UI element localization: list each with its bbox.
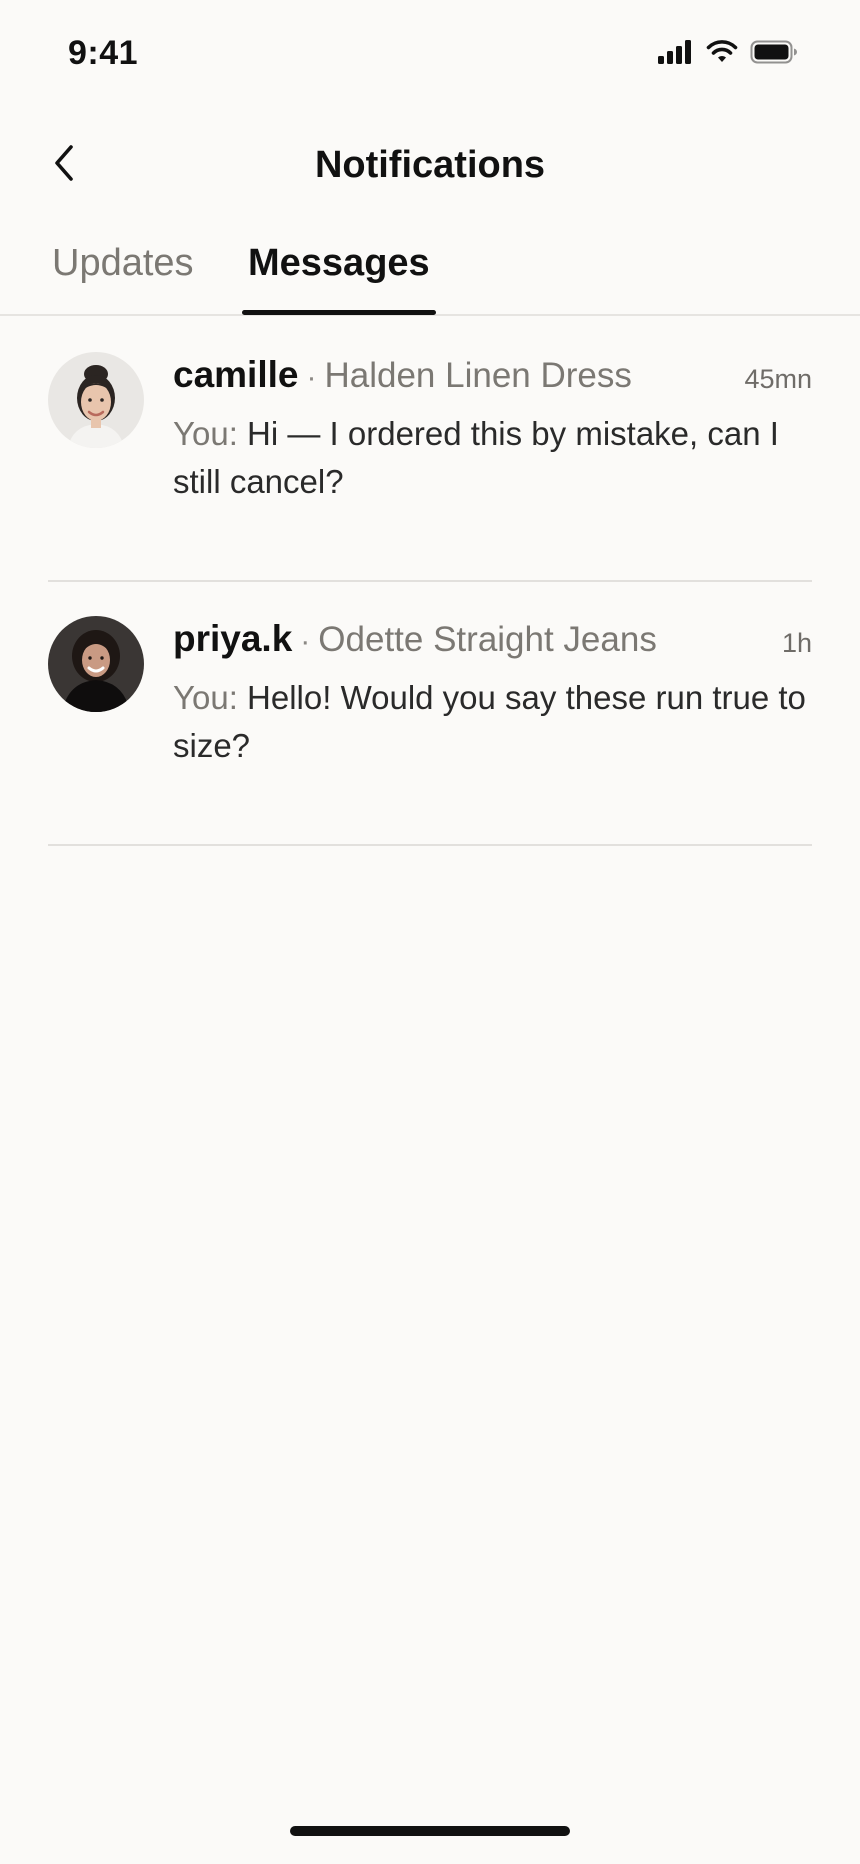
message-header: priya.k · Odette Straight Jeans (173, 618, 812, 660)
sender-name: priya.k (173, 618, 293, 659)
product-name: Odette Straight Jeans (318, 620, 657, 659)
message-preview: You: Hi — I ordered this by mistake, can… (173, 410, 823, 506)
page-title: Notifications (314, 144, 546, 186)
message-time: 1h (781, 628, 812, 658)
message-item-priya[interactable]: priya.k · Odette Straight Jeans 1h You: … (48, 582, 812, 846)
message-header: camille · Halden Linen Dress (173, 354, 812, 396)
battery-icon (750, 40, 797, 64)
wifi-icon (706, 40, 738, 62)
message-sender-prefix: You: (173, 415, 238, 452)
status-bar: 9:41 (0, 0, 860, 110)
message-item-camille[interactable]: camille · Halden Linen Dress 45mn You: H… (48, 318, 812, 582)
separator-dot: · (300, 625, 311, 658)
notifications-screen: 9:41 Notifications Updates Messages cami… (0, 0, 860, 1864)
home-indicator[interactable] (290, 1826, 570, 1836)
message-preview: You: Hello! Would you say these run true… (173, 674, 823, 770)
separator-dot: · (306, 361, 317, 394)
tab-bar: Updates Messages (0, 230, 860, 316)
avatar-priya (48, 616, 144, 712)
message-text: Hello! Would you say these run true to s… (173, 679, 806, 764)
status-icons (658, 40, 798, 64)
message-sender-prefix: You: (173, 679, 238, 716)
message-list: camille · Halden Linen Dress 45mn You: H… (0, 318, 860, 846)
status-time: 9:41 (68, 34, 139, 72)
active-tab-indicator (242, 310, 436, 315)
tab-messages[interactable]: Messages (248, 242, 430, 285)
message-time: 45mn (744, 364, 812, 394)
message-content: priya.k · Odette Straight Jeans 1h You: … (173, 618, 812, 770)
cellular-signal-icon (658, 40, 691, 64)
message-text: Hi — I ordered this by mistake, can I st… (173, 415, 779, 500)
product-name: Halden Linen Dress (324, 356, 632, 395)
tab-updates[interactable]: Updates (52, 242, 194, 285)
message-content: camille · Halden Linen Dress 45mn You: H… (173, 354, 812, 506)
avatar-camille (48, 352, 144, 448)
header: Notifications (0, 120, 860, 210)
sender-name: camille (173, 354, 299, 395)
